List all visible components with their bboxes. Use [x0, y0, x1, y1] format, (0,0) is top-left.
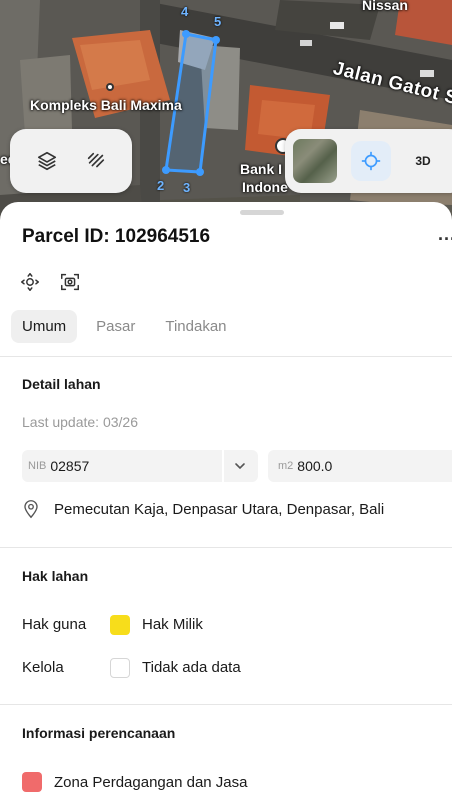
nib-select[interactable]: NIB 02857 — [22, 450, 258, 482]
map-tools-group — [10, 129, 132, 193]
parcel-vertex-label: 4 — [181, 4, 189, 19]
map-label-kompleks: Kompleks Bali Maxima — [30, 97, 182, 113]
location-pin-icon — [24, 500, 38, 519]
parcel-vertex-label: 2 — [157, 178, 165, 193]
section-title-perencanaan: Informasi perencanaan — [22, 725, 176, 741]
locate-button[interactable] — [351, 141, 391, 181]
hak-guna-value: Hak Milik — [142, 616, 203, 633]
address-text: Pemecutan Kaja, Denpasar Utara, Denpasar… — [54, 500, 385, 518]
chevron-down-icon[interactable] — [232, 458, 248, 479]
zona-swatch — [22, 772, 42, 792]
page-title: Parcel ID: 102964516 — [22, 226, 211, 247]
parcel-detail-sheet: Parcel ID: 102964516 ... Umum Pasar Tind… — [0, 202, 452, 804]
kelola-swatch — [110, 658, 130, 678]
tab-pasar[interactable]: Pasar — [85, 310, 146, 343]
kelola-value: Tidak ada data — [142, 659, 241, 676]
divider — [0, 704, 452, 705]
3d-toggle-button[interactable]: 3D — [405, 154, 441, 168]
map-label-nissan: Nissan — [362, 0, 408, 13]
nib-prefix: NIB — [28, 460, 47, 472]
satellite-thumbnail[interactable] — [293, 139, 337, 183]
nib-value: 02857 — [50, 458, 90, 474]
kelola-label: Kelola — [22, 659, 64, 676]
layers-icon[interactable] — [31, 145, 63, 177]
section-title-hak: Hak lahan — [22, 568, 89, 584]
poi-marker[interactable] — [106, 83, 114, 91]
tab-tindakan[interactable]: Tindakan — [154, 310, 237, 343]
divider — [0, 547, 452, 548]
last-update-text: Last update: 03/26 — [22, 414, 138, 430]
divider — [0, 356, 452, 357]
parcel-vertex-label: 5 — [214, 14, 222, 29]
map-label-bank: Bank I — [240, 161, 283, 177]
address-row: Pemecutan Kaja, Denpasar Utara, Denpasar… — [22, 499, 384, 519]
parcel-tools — [18, 270, 82, 294]
field-separator — [222, 450, 224, 482]
section-title-detail: Detail lahan — [22, 376, 101, 392]
more-options-button[interactable]: ... — [438, 224, 452, 245]
hak-guna-label: Hak guna — [22, 616, 87, 633]
parcel-vertex-label: 3 — [183, 180, 191, 195]
map-label-indonesia: Indone — [242, 179, 288, 195]
tab-bar: Umum Pasar Tindakan — [11, 310, 238, 343]
zona-text: Zona Perdagangan dan Jasa — [54, 773, 248, 791]
screenshot-icon[interactable] — [58, 270, 82, 294]
hak-guna-swatch — [110, 615, 130, 635]
recenter-icon[interactable] — [18, 270, 42, 294]
area-prefix: m2 — [278, 460, 294, 472]
area-field[interactable]: m2 800.0 — [268, 450, 452, 482]
crosshair-icon — [361, 151, 381, 171]
zona-row: Zona Perdagangan dan Jasa — [22, 772, 247, 792]
drag-handle[interactable] — [240, 210, 284, 215]
draw-icon[interactable] — [80, 145, 112, 177]
map-view-controls: 3D — [285, 129, 452, 193]
tab-umum[interactable]: Umum — [11, 310, 78, 343]
area-value: 800.0 — [297, 458, 333, 474]
